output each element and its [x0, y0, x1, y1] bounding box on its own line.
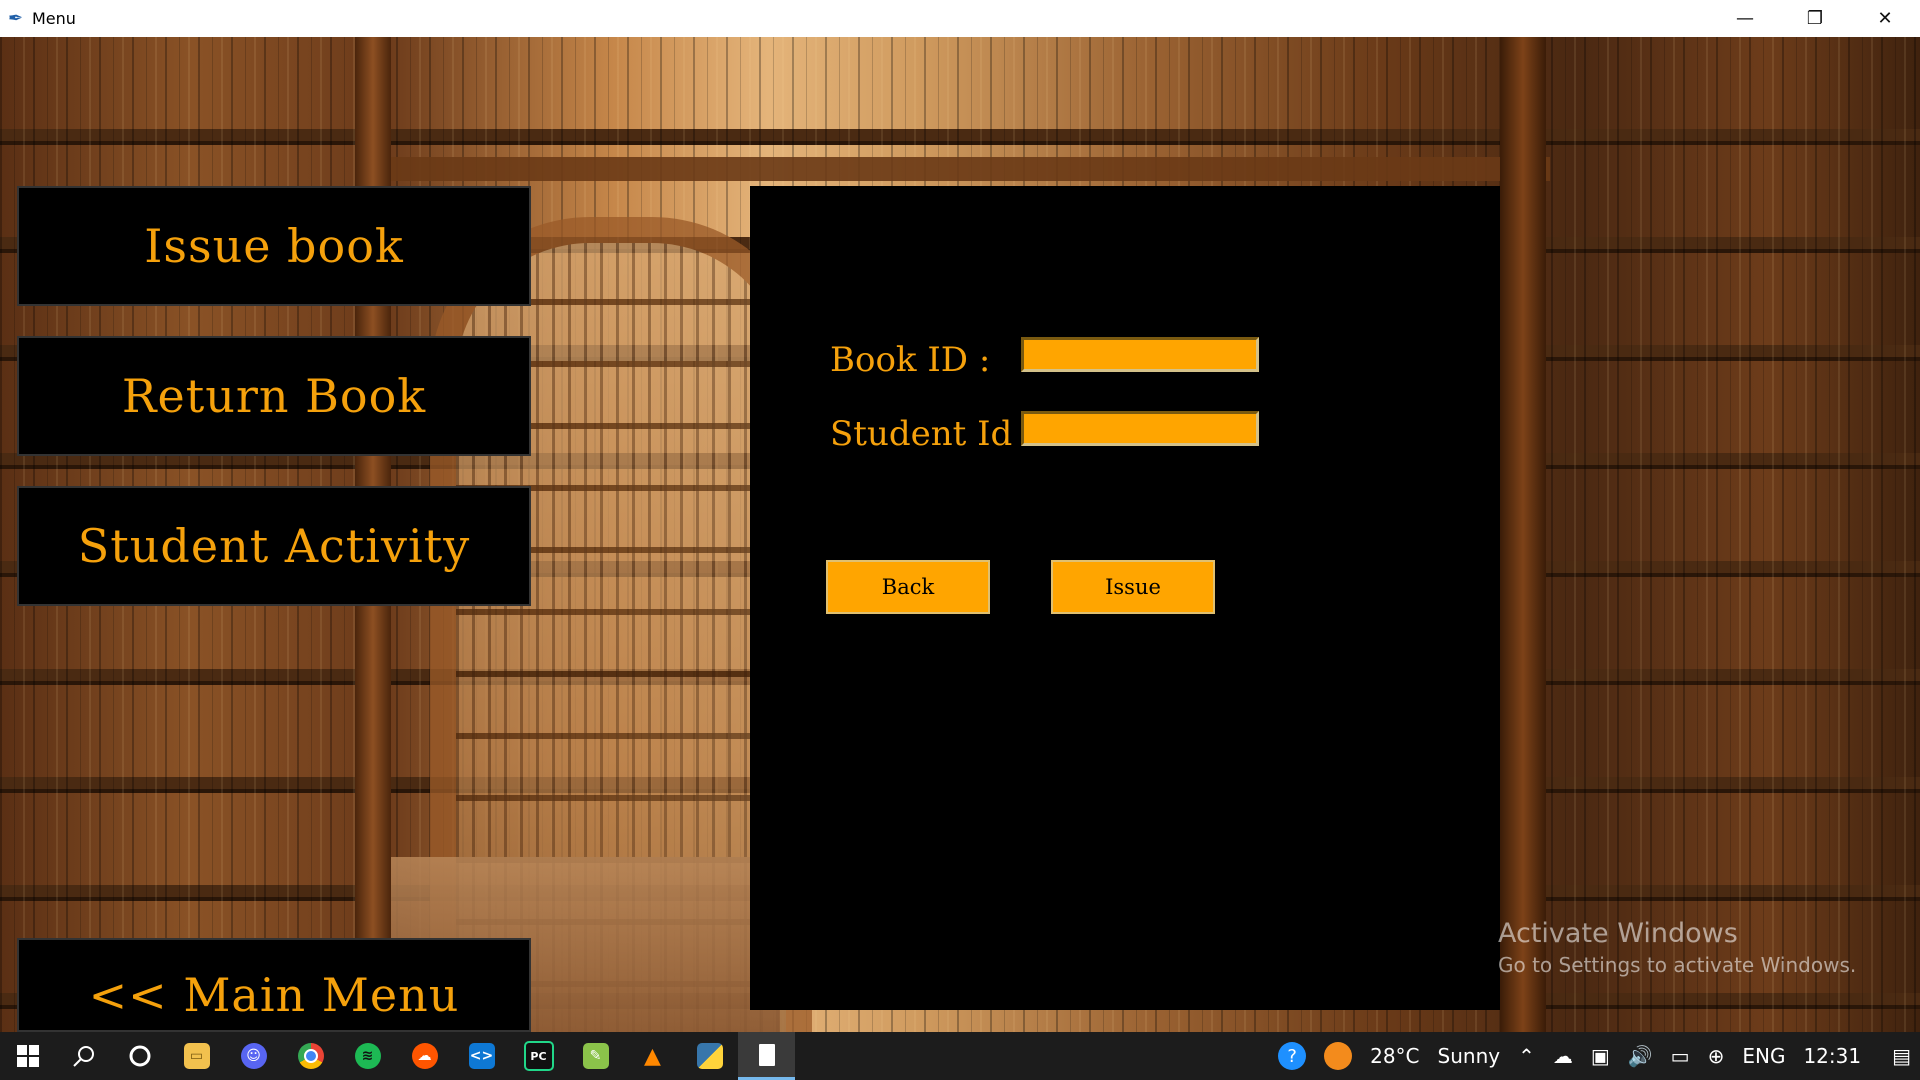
minimize-button[interactable]: — [1710, 0, 1780, 37]
pycharm-icon[interactable]: PC [510, 1032, 567, 1080]
issue-book-button[interactable]: Issue book [17, 186, 531, 306]
weather-temperature[interactable]: 28°C [1370, 1044, 1419, 1068]
bookshelf-beam [360, 157, 1550, 181]
search-icon[interactable] [56, 1032, 112, 1080]
weather-sun-icon[interactable] [1324, 1042, 1353, 1070]
document-icon[interactable] [738, 1032, 795, 1080]
language-indicator[interactable]: ENG [1742, 1044, 1785, 1068]
vscode-icon[interactable]: <> [453, 1032, 510, 1080]
watermark-subtitle: Go to Settings to activate Windows. [1498, 953, 1857, 977]
close-button[interactable]: ✕ [1850, 0, 1920, 37]
notepadpp-icon[interactable]: ✎ [567, 1032, 624, 1080]
issue-book-form: Book ID : Student Id : Back Issue [750, 186, 1500, 1010]
feather-icon: ✒ [8, 7, 24, 29]
book-id-input[interactable] [1021, 337, 1259, 372]
wood-pillar-right [1500, 37, 1546, 1032]
chrome-icon[interactable] [282, 1032, 339, 1080]
activate-windows-watermark: Activate Windows Go to Settings to activ… [1498, 918, 1856, 977]
return-book-button[interactable]: Return Book [17, 336, 531, 456]
restore-button[interactable]: ❐ [1780, 0, 1850, 37]
window-controls: — ❐ ✕ [1710, 0, 1920, 37]
back-button[interactable]: Back [826, 560, 990, 614]
window-title: Menu [32, 9, 76, 28]
device-icon[interactable]: ▣ [1591, 1044, 1610, 1068]
help-icon[interactable]: ? [1278, 1042, 1307, 1070]
student-id-input[interactable] [1021, 411, 1259, 446]
python-idle-icon[interactable] [681, 1032, 738, 1080]
book-id-label: Book ID : [830, 340, 991, 380]
volume-icon[interactable]: 🔊 [1628, 1044, 1653, 1068]
globe-icon[interactable]: ⊕ [1708, 1044, 1725, 1068]
battery-icon[interactable]: ▭ [1671, 1044, 1690, 1068]
spotify-icon[interactable]: ≋ [339, 1032, 396, 1080]
issue-button[interactable]: Issue [1051, 560, 1215, 614]
watermark-title: Activate Windows [1498, 918, 1738, 949]
system-tray: ? 28°C Sunny ⌃ ☁ ▣ 🔊 ▭ ⊕ ENG 12:31 ▤ [1269, 1032, 1920, 1080]
student-activity-button[interactable]: Student Activity [17, 486, 531, 606]
file-explorer-icon[interactable]: ▭ [168, 1032, 225, 1080]
start-icon[interactable] [0, 1032, 56, 1080]
cloud-icon[interactable]: ☁ [1553, 1044, 1573, 1068]
vlc-icon[interactable]: ▲ [624, 1032, 681, 1080]
chevron-up-icon[interactable]: ⌃ [1518, 1044, 1535, 1068]
discord-icon[interactable]: ☺ [225, 1032, 282, 1080]
student-id-label: Student Id : [830, 414, 1035, 454]
taskbar: ▭ ☺ ≋ ☁ <> PC ✎ ▲ ? 28°C Sunny ⌃ ☁ ▣ 🔊 ▭… [0, 1032, 1920, 1080]
notifications-icon[interactable]: ▤ [1892, 1044, 1911, 1068]
weather-condition[interactable]: Sunny [1438, 1044, 1501, 1068]
cortana-icon[interactable] [112, 1032, 168, 1080]
window-titlebar: ✒ Menu — ❐ ✕ [0, 0, 1920, 37]
main-menu-button[interactable]: << Main Menu [17, 938, 531, 1032]
soundcloud-icon[interactable]: ☁ [396, 1032, 453, 1080]
clock[interactable]: 12:31 [1803, 1044, 1861, 1068]
